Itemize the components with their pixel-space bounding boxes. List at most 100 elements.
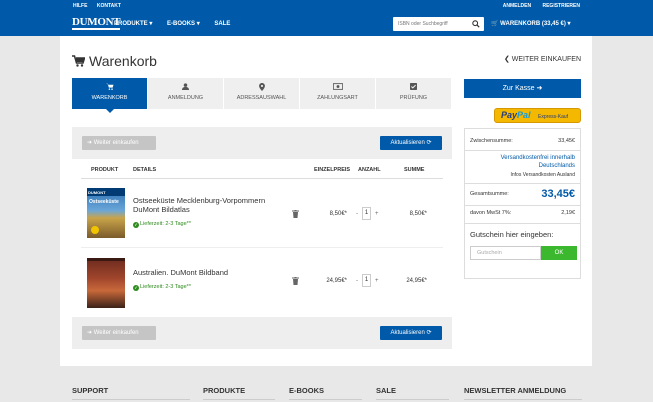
- trash-icon[interactable]: [292, 277, 299, 285]
- page-title-text: Warenkorb: [89, 53, 157, 69]
- search-icon[interactable]: [472, 20, 480, 28]
- arrow-left-icon: ➜: [87, 330, 93, 336]
- delivery-time: ✓ Lieferzeit: 2-3 Tage**: [133, 221, 191, 228]
- header-cart-label: WARENKORB (33,45 €) ▾: [500, 21, 571, 27]
- user-icon: [182, 83, 189, 90]
- col-anzahl: ANZAHL: [358, 167, 381, 173]
- step-label: PRÜFUNG: [399, 95, 428, 101]
- product-title[interactable]: Ostseeküste Mecklenburg-Vorpommern DuMon…: [133, 196, 283, 214]
- footer: SUPPORT PRODUKTE E-BOOKS SALE NEWSLETTER…: [0, 366, 653, 402]
- arrow-left-icon: ➜: [87, 140, 93, 146]
- cover-subtitle: Ostseeküste: [89, 199, 119, 205]
- cover-badge: [91, 226, 99, 234]
- cart-icon: [105, 83, 113, 90]
- register-link[interactable]: REGISTRIEREN: [542, 3, 580, 9]
- page-title: Warenkorb: [72, 53, 157, 69]
- table-row: Australien. DuMont Bildband ✓ Lieferzeit:…: [81, 249, 443, 317]
- paypal-express-label: Express-Kauf: [538, 114, 569, 120]
- col-summe: SUMME: [404, 167, 425, 173]
- top-utility-bar: HILFE KONTAKT ANMELDEN REGISTRIEREN: [0, 0, 653, 12]
- check-circle-icon: ✓: [133, 285, 139, 291]
- paypal-express-button[interactable]: PayPal Express-Kauf: [494, 108, 581, 123]
- cover-label: [87, 258, 125, 261]
- cart-actions-top: ➜ Weiter einkaufen Aktualisieren ⟳: [72, 127, 452, 159]
- button-label: Zur Kasse: [502, 85, 535, 92]
- subtotal-value: 33,45€: [558, 138, 575, 144]
- continue-shopping-button[interactable]: ➜ Weiter einkaufen: [82, 136, 156, 150]
- footer-produkte[interactable]: PRODUKTE: [203, 386, 245, 395]
- col-einzelpreis: EINZELPREIS: [314, 167, 351, 173]
- quantity-input[interactable]: 1: [362, 207, 371, 220]
- paypal-logo-pal: Pal: [517, 110, 531, 120]
- nav-produkte[interactable]: PRODUKTE ▾: [114, 21, 152, 27]
- footer-support[interactable]: SUPPORT: [72, 386, 108, 395]
- step-zahlungsart[interactable]: ZAHLUNGSART: [300, 78, 376, 109]
- header-cart[interactable]: 🛒 WARENKORB (33,45 €) ▾: [491, 20, 571, 27]
- map-marker-icon: [258, 83, 265, 91]
- continue-shopping-button[interactable]: ➜ Weiter einkaufen: [82, 326, 156, 340]
- col-produkt: PRODUKT: [91, 167, 119, 173]
- voucher-ok-button[interactable]: OK: [541, 246, 577, 260]
- divider: [465, 183, 580, 184]
- order-summary: Zwischensumme: 33,45€ Versandkostenfrei …: [464, 128, 581, 279]
- unit-price: 24,95€*: [326, 278, 347, 284]
- step-pruefung[interactable]: PRÜFUNG: [376, 78, 452, 109]
- trash-icon[interactable]: [292, 210, 299, 218]
- shipping-info-link[interactable]: Versandkostenfrei innerhalb Deutschlands: [470, 154, 575, 170]
- total-row: Gesamtsumme: 33,45€: [470, 188, 575, 200]
- step-anmeldung[interactable]: ANMELDUNG: [148, 78, 224, 109]
- help-link[interactable]: HILFE: [73, 3, 87, 9]
- search-input[interactable]: [393, 17, 469, 31]
- product-cover-image[interactable]: DUMONT Ostseeküste: [87, 188, 125, 238]
- step-label: ZAHLUNGSART: [317, 95, 358, 101]
- increase-button[interactable]: +: [375, 278, 379, 284]
- divider: [465, 205, 580, 206]
- quantity-input[interactable]: 1: [362, 274, 371, 287]
- delivery-time: ✓ Lieferzeit: 2-3 Tage**: [133, 284, 191, 291]
- decrease-button[interactable]: -: [356, 278, 358, 284]
- nav-sale[interactable]: SALE: [214, 21, 230, 27]
- nav-ebooks[interactable]: E-BOOKS ▾: [167, 21, 200, 27]
- product-cover-image[interactable]: [87, 258, 125, 308]
- cart-actions-bottom: ➜ Weiter einkaufen Aktualisieren ⟳: [72, 317, 452, 349]
- checkout-button[interactable]: Zur Kasse ➜: [464, 79, 581, 98]
- shipping-note[interactable]: Infos Versandkosten Ausland: [470, 172, 576, 178]
- step-warenkorb[interactable]: WARENKORB: [72, 78, 148, 113]
- footer-sale[interactable]: SALE: [376, 386, 396, 395]
- divider: [465, 150, 580, 151]
- step-adressauswahl[interactable]: ADRESSAUSWAHL: [224, 78, 300, 109]
- product-title[interactable]: Australien. DuMont Bildband: [133, 268, 283, 277]
- search-box: [393, 17, 484, 31]
- quantity-stepper: - 1 +: [356, 274, 379, 287]
- vat-row: davon MwSt 7%: 2,19€: [470, 210, 575, 216]
- continue-shopping-link[interactable]: ❮ WEITER EINKAUFEN: [504, 55, 581, 63]
- continue-shopping-label: WEITER EINKAUFEN: [511, 56, 581, 63]
- contact-link[interactable]: KONTAKT: [97, 3, 121, 9]
- table-row: DUMONT Ostseeküste Ostseeküste Mecklenbu…: [81, 180, 443, 248]
- update-cart-button[interactable]: Aktualisieren ⟳: [380, 136, 442, 150]
- row-sum: 8,50€*: [409, 211, 427, 217]
- vat-value: 2,19€: [561, 210, 575, 216]
- shipping-line-1: Versandkostenfrei innerhalb: [500, 155, 575, 161]
- voucher-input[interactable]: Gutschein: [470, 246, 541, 260]
- main-navigation: DUMONT PRODUKTE ▾ E-BOOKS ▾ SALE 🛒 WAREN…: [0, 12, 653, 36]
- step-label: ADRESSAUSWAHL: [236, 95, 287, 101]
- increase-button[interactable]: +: [375, 211, 379, 217]
- footer-divider: [376, 399, 449, 400]
- check-square-icon: [410, 83, 417, 90]
- arrow-right-icon: ➜: [536, 85, 543, 92]
- update-cart-button[interactable]: Aktualisieren ⟳: [380, 326, 442, 340]
- login-link[interactable]: ANMELDEN: [503, 3, 531, 9]
- decrease-button[interactable]: -: [356, 211, 358, 217]
- footer-newsletter[interactable]: NEWSLETTER ANMELDUNG: [464, 386, 566, 395]
- cover-label: DUMONT: [87, 188, 125, 196]
- subtotal-row: Zwischensumme: 33,45€: [470, 138, 575, 144]
- footer-ebooks[interactable]: E-BOOKS: [289, 386, 324, 395]
- footer-divider: [203, 399, 275, 400]
- button-label: Weiter einkaufen: [93, 330, 139, 336]
- col-details: DETAILS: [133, 167, 157, 173]
- row-sum: 24,95€*: [406, 278, 427, 284]
- vat-label: davon MwSt 7%:: [470, 210, 512, 216]
- checkout-steps: WARENKORB ANMELDUNG ADRESSAUSWAHL ZAHLUN…: [72, 78, 452, 113]
- voucher-label: Gutschein hier eingeben:: [470, 230, 554, 239]
